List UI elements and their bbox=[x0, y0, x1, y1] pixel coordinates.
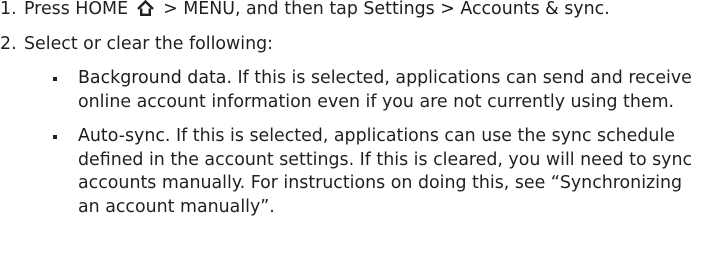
home-icon bbox=[136, 0, 155, 16]
settings-path: Settings > Accounts & sync bbox=[363, 0, 605, 19]
step-number: 1. bbox=[0, 0, 17, 19]
list-item-background-data: Background data. If this is selected, ap… bbox=[24, 67, 708, 114]
step-text-part: . bbox=[604, 0, 610, 19]
option-term: Background data bbox=[78, 68, 227, 88]
step-text-part: > MENU, and then tap bbox=[157, 0, 364, 19]
option-description: . If this is selected, applications can … bbox=[78, 126, 693, 217]
bullet-icon bbox=[53, 77, 57, 81]
option-term: Auto-sync bbox=[78, 126, 165, 146]
list-item-auto-sync: Auto-sync. If this is selected, applicat… bbox=[24, 125, 708, 219]
step-number: 2. bbox=[0, 33, 17, 54]
options-list: Background data . If this is selected, ap… bbox=[24, 67, 724, 219]
step-1: 1. Press HOME > MENU, and then tap Setti… bbox=[0, 0, 724, 22]
step-2: 2. Select or clear the following: Backgr… bbox=[0, 33, 724, 220]
step-text: Select or clear the following: bbox=[24, 33, 274, 54]
step-text-part: Press HOME bbox=[24, 0, 129, 19]
bullet-icon bbox=[53, 135, 57, 139]
step-text: Press HOME > MENU, and then tap Settings… bbox=[24, 0, 610, 19]
instruction-steps: 1. Press HOME > MENU, and then tap Setti… bbox=[0, 0, 724, 219]
